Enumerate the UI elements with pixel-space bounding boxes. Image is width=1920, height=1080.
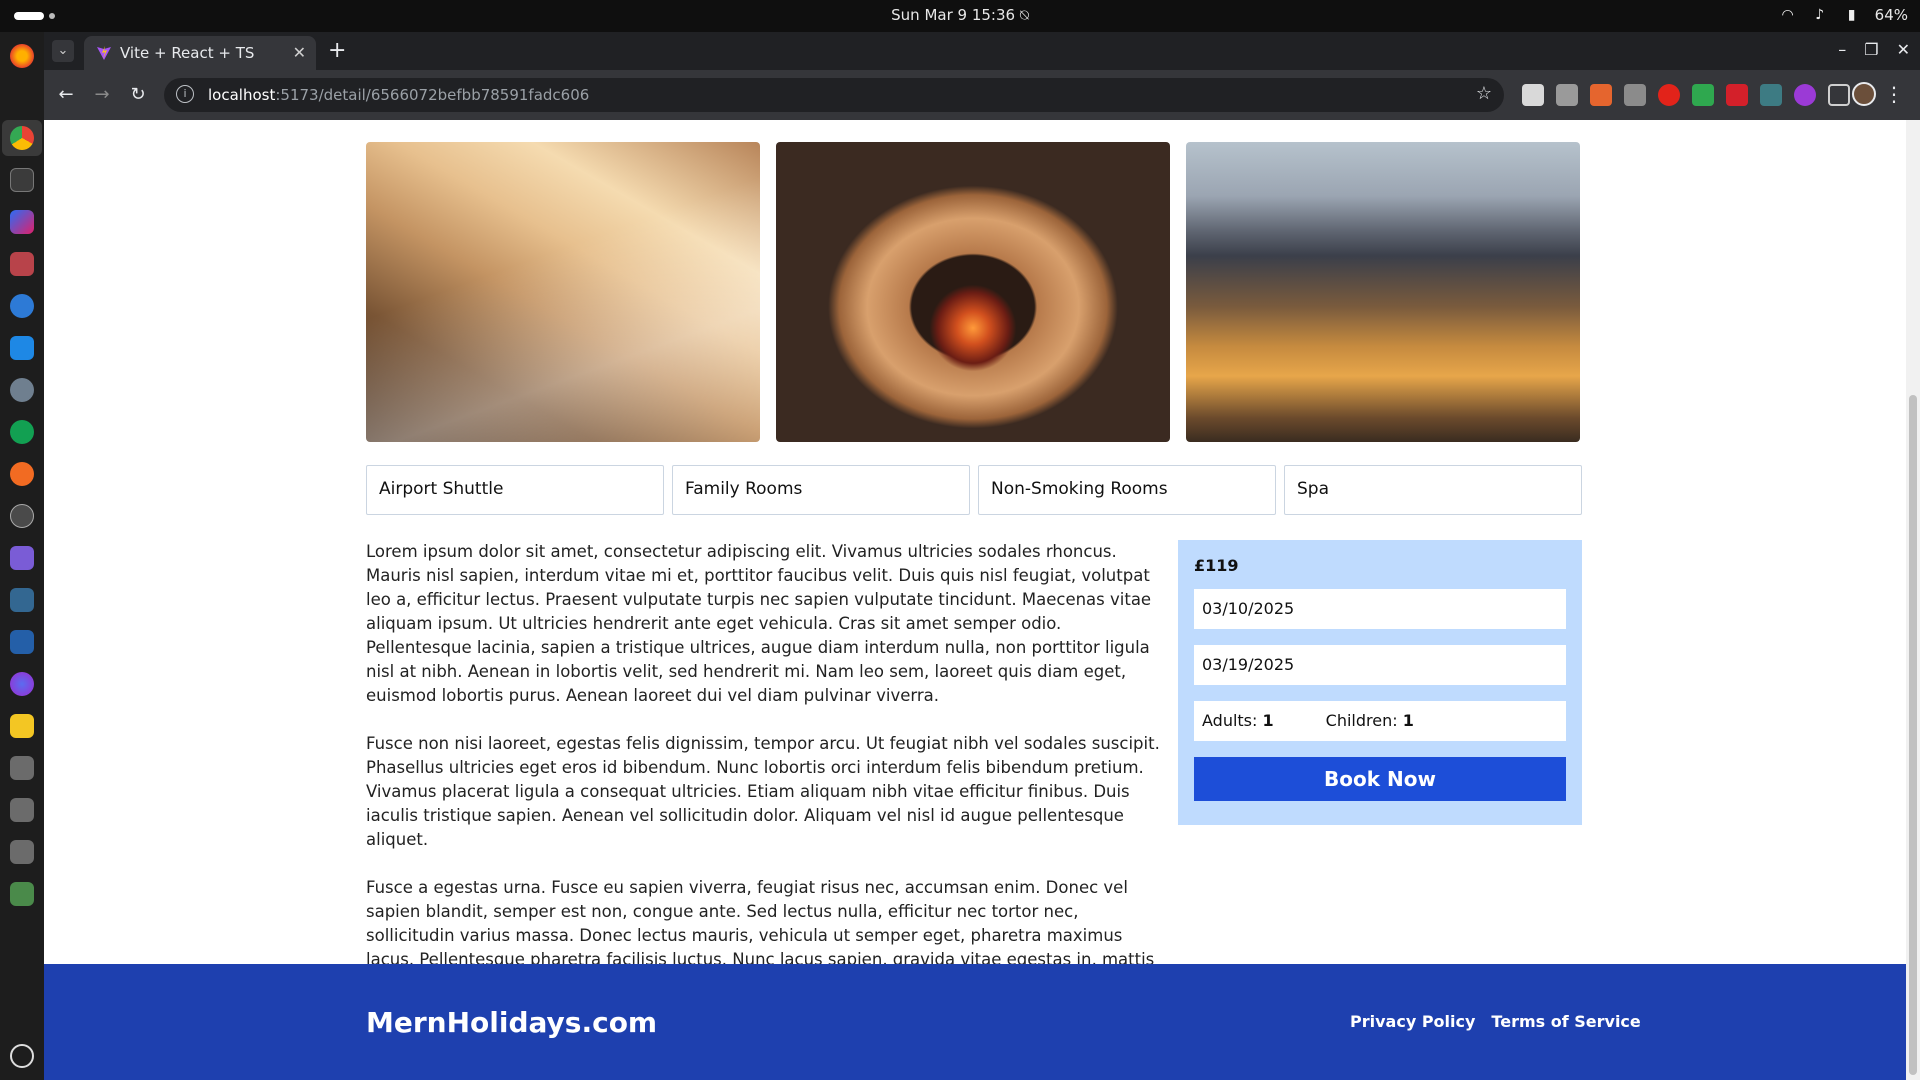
camera-extension-icon[interactable] [1556,84,1578,106]
cabin-interior-photo [366,142,760,442]
drive-icon-3[interactable] [10,840,34,864]
extensions-area [1522,84,1850,106]
site-footer: MernHolidays.com Privacy Policy Terms of… [44,964,1906,1080]
footer-links: Privacy Policy Terms of Service [1350,1012,1641,1031]
new-tab-icon[interactable]: + [328,38,346,63]
extension-icon-4[interactable] [1624,84,1646,106]
extension-icon-7[interactable] [1726,84,1748,106]
booking-form: £119 03/10/2025 03/19/2025 Adults: 1 Chi… [1178,540,1582,825]
extension-icon-5[interactable] [1658,84,1680,106]
firefox-icon[interactable] [10,44,34,68]
adults-value: 1 [1262,711,1274,730]
vscode-icon[interactable] [10,336,34,360]
restore-icon[interactable]: ❐ [1864,40,1878,59]
adults-label: Adults: [1202,711,1258,730]
help-icon[interactable] [10,294,34,318]
extension-icon-1[interactable] [1522,84,1544,106]
notes-icon[interactable] [10,714,34,738]
adults-input[interactable]: Adults: 1 [1202,711,1274,731]
drive-icon-2[interactable] [10,798,34,822]
browser-tab[interactable]: Vite + React + TS ✕ [84,36,316,70]
mongodb-compass-icon[interactable] [10,420,34,444]
tab-title: Vite + React + TS [120,44,255,62]
check-out-date-input[interactable]: 03/19/2025 [1194,645,1566,685]
page-viewport: Airport Shuttle Family Rooms Non-Smoking… [44,120,1920,1080]
facilities-list: Airport Shuttle Family Rooms Non-Smoking… [366,465,1582,515]
obs-icon[interactable] [10,504,34,528]
system-clock[interactable]: Sun Mar 9 15:36 ⍉ [0,6,1920,24]
browser-tab-bar: ⌄ Vite + React + TS ✕ + – ❐ ✕ [44,32,1920,70]
volume-icon: ♪ [1815,7,1825,23]
footer-brand: MernHolidays.com [366,1006,658,1039]
tab-search-icon[interactable]: ⌄ [52,40,74,62]
children-input[interactable]: Children: 1 [1326,711,1414,731]
barrel-sauna-photo [776,142,1170,442]
url-text: localhost:5173/detail/6566072befbb78591f… [208,86,589,104]
notifications-off-icon: ⍉ [1019,6,1029,24]
files-icon[interactable] [10,252,34,276]
application-dock [0,32,44,1080]
postgres-icon[interactable] [10,588,34,612]
vite-favicon-icon [97,46,111,60]
page-scrollbar[interactable] [1906,120,1920,1080]
description-paragraph: Fusce non nisi laoreet, egestas felis di… [366,734,1160,849]
site-info-icon[interactable]: i [176,85,194,103]
system-top-bar: Sun Mar 9 15:36 ⍉ ◠ ♪ ▮ 64% [0,0,1920,32]
facility-item: Spa [1284,465,1582,515]
guest-count-field: Adults: 1 Children: 1 [1194,701,1566,741]
description-paragraph: Lorem ipsum dolor sit amet, consectetur … [366,542,1152,705]
extensions-puzzle-icon[interactable] [1828,84,1850,106]
address-bar[interactable]: i localhost:5173/detail/6566072befbb7859… [164,78,1504,112]
chrome-icon[interactable] [10,126,34,150]
shield-extension-icon[interactable] [1692,84,1714,106]
jetbrains-icon[interactable] [10,210,34,234]
system-tray[interactable]: ◠ ♪ ▮ 64% [1779,6,1908,24]
children-value: 1 [1402,711,1414,730]
tor-icon[interactable] [10,546,34,570]
trash-icon[interactable] [10,882,34,906]
clock-text: Sun Mar 9 15:36 [891,6,1016,24]
network-tool-icon[interactable] [10,378,34,402]
postman-icon[interactable] [10,462,34,486]
hotel-image-gallery [366,142,1582,442]
fox-extension-icon[interactable] [1590,84,1612,106]
dbeaver-icon[interactable] [10,630,34,654]
window-controls: – ❐ ✕ [1838,40,1910,59]
book-now-button[interactable]: Book Now [1194,757,1566,801]
close-window-icon[interactable]: ✕ [1897,40,1910,59]
show-apps-icon[interactable] [10,1044,34,1068]
url-path: :5173/detail/6566072befbb78591fadc606 [275,86,590,104]
browser-toolbar: ← → ↻ i localhost:5173/detail/6566072bef… [44,70,1920,120]
terminal-icon[interactable] [10,168,34,192]
pdf-extension-icon[interactable] [1760,84,1782,106]
profile-avatar[interactable] [1852,82,1876,106]
city-evening-photo [1186,142,1580,442]
children-label: Children: [1325,711,1398,730]
battery-icon: ▮ [1847,7,1856,23]
price-per-night: £119 [1194,556,1239,575]
back-icon[interactable]: ← [54,84,78,105]
check-in-date-input[interactable]: 03/10/2025 [1194,589,1566,629]
facility-item: Family Rooms [672,465,970,515]
wifi-icon: ◠ [1781,7,1794,23]
minimize-icon[interactable]: – [1838,40,1846,59]
privacy-policy-link[interactable]: Privacy Policy [1350,1012,1475,1031]
facility-item: Airport Shuttle [366,465,664,515]
drive-icon[interactable] [10,756,34,780]
hotel-description: Lorem ipsum dolor sit amet, consectetur … [366,540,1166,1020]
reload-icon[interactable]: ↻ [126,84,150,105]
url-host: localhost [208,86,276,104]
battery-percentage: 64% [1874,6,1908,24]
extension-icon-9[interactable] [1794,84,1816,106]
bookmark-star-icon[interactable]: ☆ [1476,83,1492,104]
terms-of-service-link[interactable]: Terms of Service [1491,1012,1640,1031]
browser-alt-icon[interactable] [10,672,34,696]
close-tab-icon[interactable]: ✕ [293,43,306,62]
facility-item: Non-Smoking Rooms [978,465,1276,515]
scrollbar-thumb[interactable] [1909,395,1917,1075]
forward-icon[interactable]: → [90,84,114,105]
browser-menu-icon[interactable]: ⋮ [1884,82,1904,106]
